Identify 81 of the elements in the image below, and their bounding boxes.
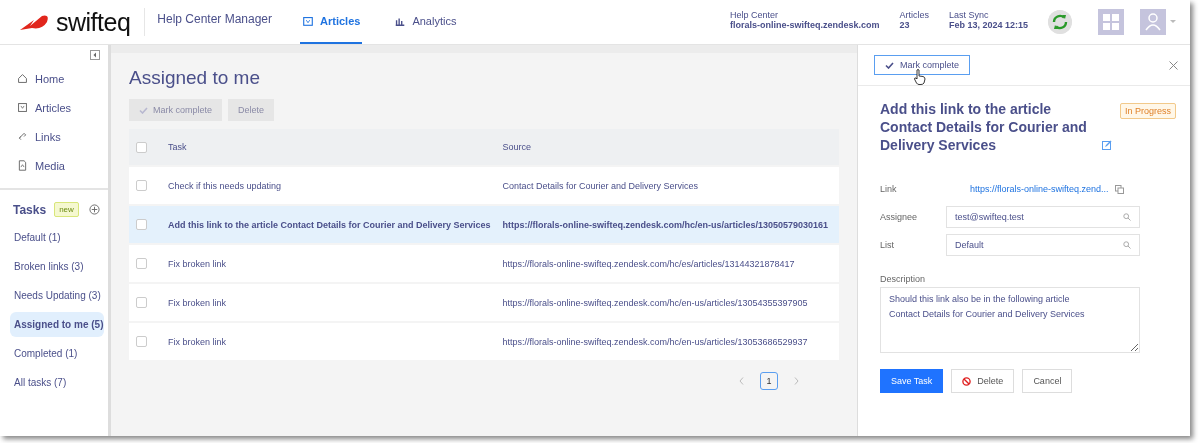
task-row[interactable]: Fix broken link https://florals-online-swifteq.zendesk.com/hc/es/articles/13144321878417: [129, 245, 839, 282]
sidebar-item[interactable]: Links: [0, 122, 108, 151]
task-cell: Fix broken link: [168, 258, 227, 269]
info-label: Articles: [899, 10, 929, 20]
task-row[interactable]: Check if this needs updating Contact Details for Courier and Delivery Services: [129, 167, 839, 204]
close-icon[interactable]: [1169, 60, 1178, 70]
list-field[interactable]: Default: [946, 234, 1140, 256]
previous-page-icon[interactable]: [739, 377, 744, 385]
task-list-item[interactable]: Default (1): [10, 225, 104, 250]
info-label: Last Sync: [948, 10, 990, 20]
field-label: Description: [880, 274, 926, 284]
info-value: 23: [899, 20, 911, 30]
search-icon: [1123, 213, 1131, 221]
nav-tab[interactable]: Analytics: [392, 0, 459, 44]
task-cell: Fix broken link: [168, 336, 227, 347]
task-cell: Check if this needs updating: [168, 180, 282, 191]
task-cell: Fix broken link: [168, 297, 227, 308]
task-list-item[interactable]: Broken links (3): [10, 254, 104, 279]
check-icon: [885, 61, 894, 69]
edit-icon[interactable]: [1102, 140, 1112, 150]
check-icon: [139, 106, 148, 114]
save-button[interactable]: Save Task: [880, 369, 944, 393]
task-row[interactable]: Add this link to the article Contact Details for Courier and Delivery Services https://florals-online-swifteq.zendesk.com/hc/en-us/articles/13050579030161: [129, 206, 839, 243]
source-cell: https://florals-online-swifteq.zendesk.com/hc/en-us/articles/13053686529937: [502, 336, 808, 347]
row-checkbox[interactable]: [136, 258, 147, 269]
apps-icon[interactable]: [1098, 9, 1124, 35]
hand-cursor-icon: [914, 69, 926, 85]
mark-complete-button[interactable]: Mark complete: [874, 55, 971, 75]
app-title: Help Center Manager: [156, 12, 274, 28]
add-icon[interactable]: [89, 204, 100, 215]
sidebar-item[interactable]: Media: [0, 151, 108, 180]
info-value: florals-online-swifteq.zendesk.com: [729, 20, 880, 30]
row-checkbox[interactable]: [136, 180, 147, 191]
section-title: Tasks: [13, 202, 47, 217]
delete-button[interactable]: Delete: [951, 369, 1015, 393]
column-header: Task: [168, 142, 187, 152]
home-icon: [17, 73, 28, 84]
task-row[interactable]: Fix broken link https://florals-online-swifteq.zendesk.com/hc/en-us/articles/13053686529937: [129, 323, 839, 360]
info-value: Feb 13, 2024 12:15: [948, 20, 1028, 30]
copy-icon[interactable]: [1114, 184, 1124, 194]
description-field[interactable]: Should this link also be in the following article Contact Details for Courier and Delivery Services: [880, 287, 1140, 353]
links-icon: [17, 131, 28, 142]
avatar-icon[interactable]: [1140, 9, 1166, 35]
cancel-button[interactable]: Cancel: [1022, 369, 1073, 393]
new-badge: new: [54, 202, 79, 217]
field-label: List: [880, 240, 895, 250]
field-label: Assignee: [880, 212, 919, 222]
sidebar-item[interactable]: Home: [0, 64, 108, 93]
caret-icon[interactable]: [1170, 20, 1176, 24]
info-label: Help Center: [729, 10, 779, 20]
source-cell: https://florals-online-swifteq.zendesk.com/hc/es/articles/13144321878417: [502, 258, 795, 269]
source-cell: https://florals-online-swifteq.zendesk.com/hc/en-us/articles/13054355397905: [502, 297, 808, 308]
row-checkbox[interactable]: [136, 219, 147, 230]
task-cell: Add this link to the article Contact Details for Courier and Delivery Services: [168, 219, 491, 230]
source-cell: Contact Details for Courier and Delivery Services: [502, 180, 698, 191]
task-list-item[interactable]: Assigned to me (5): [10, 312, 104, 337]
row-checkbox[interactable]: [136, 336, 147, 347]
collapse-icon[interactable]: [90, 50, 100, 60]
search-icon: [1123, 241, 1131, 249]
select-all-checkbox[interactable]: [136, 141, 147, 153]
page-button[interactable]: 1: [760, 372, 778, 390]
task-list-item[interactable]: Needs Updating (3): [10, 283, 104, 308]
link-value[interactable]: https://florals-online-swifteq.zend...: [970, 184, 1109, 194]
source-cell: https://florals-online-swifteq.zendesk.com/hc/en-us/articles/13050579030161: [502, 219, 829, 230]
next-page-icon[interactable]: [794, 377, 799, 385]
column-header: Source: [502, 142, 531, 152]
brand-name: swifteq: [56, 7, 131, 37]
assignee-field[interactable]: test@swifteq.test: [946, 206, 1140, 228]
row-checkbox[interactable]: [136, 297, 147, 308]
field-label: Link: [880, 184, 898, 194]
task-list-item[interactable]: All tasks (7): [10, 370, 104, 395]
media-icon: [17, 160, 28, 171]
page-title: Assigned to me: [129, 67, 261, 89]
block-icon: [962, 376, 972, 386]
task-title: Add this link to the article Contact Details for Courier and Delivery Services: [880, 100, 1088, 154]
task-list-item[interactable]: Completed (1): [10, 341, 104, 366]
status-badge: In Progress: [1120, 103, 1177, 119]
sidebar-item[interactable]: Articles: [0, 93, 108, 122]
task-row[interactable]: Fix broken link https://florals-online-swifteq.zendesk.com/hc/en-us/articles/13054355397905: [129, 284, 839, 321]
articles-icon: [17, 102, 28, 113]
chart-icon: [394, 15, 407, 27]
